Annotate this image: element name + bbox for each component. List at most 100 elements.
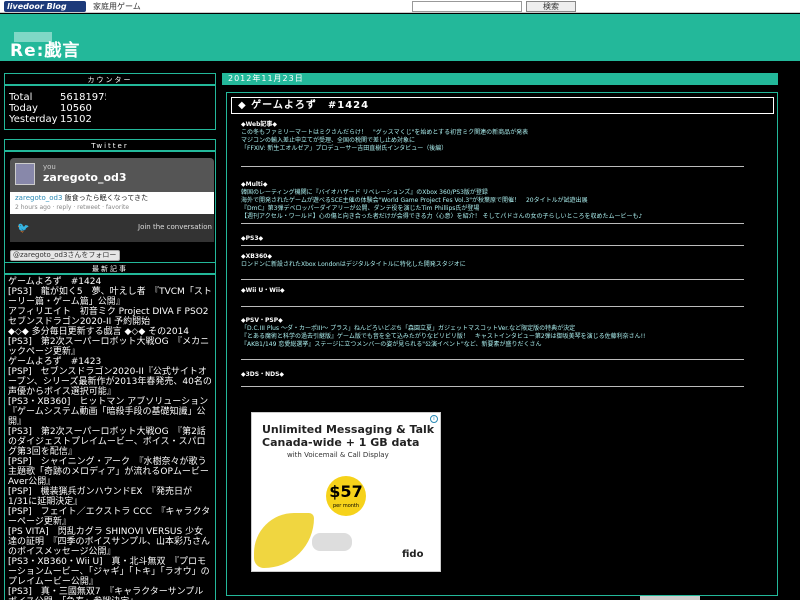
section-heading: ◆Multi◆: [241, 181, 268, 188]
entry-section: ◆PSV・PSP◆ 「D.C.III Plus ～ダ・カーポIII～ プラス」ねん…: [241, 317, 761, 349]
section-divider: [241, 306, 744, 307]
top-bar: livedoor Blog 家庭用ゲーム 検索: [0, 0, 800, 13]
ad-headline: Unlimited Messaging & Talk Canada-wide + …: [262, 423, 434, 449]
recent-post-link[interactable]: ゲームよろず #1423: [8, 357, 212, 367]
ad-yellow-shape: [254, 513, 314, 568]
ad-line1: Unlimited Messaging & Talk: [262, 423, 435, 436]
ad-info-icon[interactable]: i: [430, 415, 438, 423]
twitter-heading: Twitter: [5, 140, 215, 152]
twitter-bird-icon: 🐦: [17, 223, 30, 234]
counter-value: 56181975: [60, 92, 106, 103]
recent-post-link[interactable]: ゲームよろず #1424: [8, 277, 212, 287]
entry-section: ◆Wii U・Wii◆: [241, 287, 761, 295]
ad-price-badge: $57 per month: [326, 476, 366, 516]
entry-section: ◆PS3◆: [241, 235, 761, 243]
entry-section: ◆Multi◆ 韓国のレーティング機関に『バイオハザード リベレーションズ』のXb…: [241, 181, 761, 221]
entry: ◆ ゲームよろず #1424 ◆Web記事◆ この冬もファミリーマートはミクさんだ…: [226, 92, 778, 596]
tweet-text: 飯食ったら眠くなってきた: [64, 194, 149, 202]
section-divider: [241, 223, 744, 224]
search-input[interactable]: [412, 1, 522, 12]
section-heading: ◆Wii U・Wii◆: [241, 287, 285, 294]
news-link[interactable]: 『とある魔術と科学の過去引継版』ゲーム版でも音を全て込みたがりなビリビリ版！ キ…: [241, 333, 761, 341]
news-link[interactable]: 「D.C.III Plus ～ダ・カーポIII～ プラス」ねんどろいどぷち「森園…: [241, 325, 761, 333]
recent-posts-list: ゲームよろず #1424 [PS3] 龍が如く5 夢、叶えし者 『TVCM「ストー…: [5, 275, 217, 600]
recent-post-link[interactable]: [PS3] 真・三國無双7 『キャラクターサンプルボイス公開、「急泰」参戦決定』: [8, 587, 212, 600]
counter-label: Today: [9, 103, 38, 114]
recent-post-link[interactable]: [PSP] シャイニング・アーク 『水樹奈々が歌う主題歌「奇跡のメロディア」が流…: [8, 457, 212, 487]
recent-post-link[interactable]: [PSP] フェイト／エクストラ CCC 『キャラクターページ更新』: [8, 507, 212, 527]
entry-title[interactable]: ◆ ゲームよろず #1424: [231, 97, 774, 114]
twitter-widget: you zaregoto_od3 zaregoto_od3 飯食ったら眠くなって…: [10, 158, 214, 242]
recent-post-link[interactable]: アフィリエイト 初音ミク Project DIVA F PSO2 セブンスドラゴ…: [8, 307, 212, 327]
news-link[interactable]: 【週刊アクセル・ワールド】心の傷と向き合った者だけが会得できる力〈心意〉を紹介！…: [241, 213, 761, 221]
section-heading: ◆XB360◆: [241, 253, 272, 260]
counter-value: 10560: [60, 103, 92, 114]
section-divider: [241, 166, 744, 167]
search-button[interactable]: 検索: [526, 1, 576, 12]
section-divider: [241, 386, 744, 387]
ad-per: per month: [332, 503, 360, 509]
blog-header: Re:戯言: [0, 14, 800, 61]
twitter-box: Twitter you zaregoto_od3 zaregoto_od3 飯食…: [4, 139, 216, 267]
recent-post-link[interactable]: [PS VITA] 閃乱カグラ SHINOVI VERSUS 少女達の証明 『四…: [8, 527, 212, 557]
section-divider: [241, 245, 744, 246]
section-heading: ◆PS3◆: [241, 235, 264, 242]
category-link[interactable]: 家庭用ゲーム: [93, 1, 141, 12]
twitter-widget-header: you zaregoto_od3: [10, 158, 214, 192]
section-heading: ◆Web記事◆: [241, 121, 277, 128]
twitter-widget-footer: 🐦 Join the conversation: [10, 214, 214, 242]
news-link[interactable]: 『AKB1/149 恋愛総選挙』ステージに立つメンバーの姿が見られる"公演イベン…: [241, 341, 761, 349]
recent-post-link[interactable]: ◆◇◆ 多分毎日更新する戯言 ◆◇◆ その2014: [8, 327, 212, 337]
counter-box: カウンター Total 56181975 Today 10560 Yesterday…: [4, 73, 216, 130]
tweet-user[interactable]: zaregoto_od3: [15, 194, 62, 202]
follow-button[interactable]: @zaregoto_od3さんをフォロー: [10, 250, 120, 261]
news-link[interactable]: 海外で開発されたゲームが遊べるSCE主催の体験会"World Game Proj…: [241, 197, 761, 205]
counter-value: 15102: [60, 114, 92, 125]
section-heading: ◆3DS・NDS◆: [241, 371, 285, 378]
entry-section: ◆XB360◆ ロンドンに新設されたXbox Londonはデジタルタイトルに特化…: [241, 253, 761, 269]
counter-label: Yesterday: [9, 114, 58, 125]
recent-post-link[interactable]: [PS3] 第2次スーパーロボット大戦OG 『第2話のダイジェストプレイムービー…: [8, 427, 212, 457]
ad-subtext: with Voicemail & Call Display: [287, 451, 389, 459]
counter-label: Total: [9, 92, 33, 103]
news-link[interactable]: この冬もファミリーマートはミクさんだらけ！ "グッスマくじ"を始めとする初音ミク…: [241, 129, 761, 137]
news-link[interactable]: マジコンの輸入差止申立てが受理、全国の税関で差し止め対象に: [241, 137, 761, 145]
counter-heading: カウンター: [5, 74, 215, 86]
site-title[interactable]: Re:戯言: [10, 36, 80, 61]
news-link[interactable]: 『DmC』第3弾デベロッパーダイアリーが公開、ダンテ役を演じたTim Phill…: [241, 205, 761, 213]
avatar[interactable]: [15, 163, 35, 185]
counter-row: Yesterday 15102: [5, 114, 215, 125]
recent-post-link[interactable]: [PS3] 龍が如く5 夢、叶えし者 『TVCM「ストーリー篇・ゲーム篇」公開』: [8, 287, 212, 307]
recent-post-link[interactable]: [PSP] 機装猟兵ガンハウンドEX 『発売日が1/31に延期決定』: [8, 487, 212, 507]
counter-table: Total 56181975 Today 10560 Yesterday 15102: [5, 86, 215, 125]
counter-row: Total 56181975: [5, 92, 215, 103]
recent-post-link[interactable]: [PS3・XB360] ヒットマン アブソリューション 『ゲームシステム動画「暗…: [8, 397, 217, 427]
ad-line2: Canada-wide + 1 GB data: [262, 436, 420, 449]
counter-row: Today 10560: [5, 103, 215, 114]
join-conversation-link[interactable]: Join the conversation: [138, 223, 212, 231]
recent-post-link[interactable]: [PS3] 第2次スーパーロボット大戦OG 『メカニックページ更新』: [8, 337, 212, 357]
section-divider: [241, 359, 744, 360]
tweet: zaregoto_od3 飯食ったら眠くなってきた 2 hours ago · …: [10, 192, 214, 214]
ad-dog-image: [312, 533, 352, 551]
twitter-you-label: you: [43, 163, 56, 171]
recent-posts-box: 最新記事 ゲームよろず #1424 [PS3] 龍が如く5 夢、叶えし者 『TVC…: [4, 262, 217, 600]
entry-date: 2012年11月23日: [222, 73, 778, 85]
entry-section: ◆3DS・NDS◆: [241, 371, 761, 379]
recent-post-link[interactable]: [PS3・XB360・Wii U] 真・北斗無双 『プロモーションムービー、「ジ…: [8, 557, 212, 587]
tweet-meta[interactable]: 2 hours ago · reply · retweet · favorite: [15, 204, 129, 211]
fido-logo: fido: [402, 549, 424, 560]
section-divider: [241, 279, 744, 280]
news-link[interactable]: 「FFXIV: 新生エオルゼア」プロデューサー吉田直樹氏インタビュー（後編）: [241, 145, 761, 153]
section-heading: ◆PSV・PSP◆: [241, 317, 283, 324]
news-link[interactable]: 韓国のレーティング機関に『バイオハザード リベレーションズ』のXbox 360/…: [241, 189, 761, 197]
twitter-username[interactable]: zaregoto_od3: [43, 171, 127, 184]
news-link[interactable]: ロンドンに新設されたXbox Londonはデジタルタイトルに特化した開発スタジ…: [241, 261, 761, 269]
livedoor-blog-logo[interactable]: livedoor Blog: [4, 1, 86, 12]
horizontal-scrollbar[interactable]: [640, 596, 700, 600]
entry-section: ◆Web記事◆ この冬もファミリーマートはミクさんだらけ！ "グッスマくじ"を始め…: [241, 121, 761, 153]
recent-post-link[interactable]: [PSP] セブンスドラゴン2020-II『公式サイトオープン、シリーズ最新作が…: [8, 367, 212, 397]
recent-posts-heading: 最新記事: [5, 263, 215, 275]
advertisement[interactable]: i Unlimited Messaging & Talk Canada-wide …: [251, 412, 441, 572]
ad-price: $57: [329, 482, 363, 501]
